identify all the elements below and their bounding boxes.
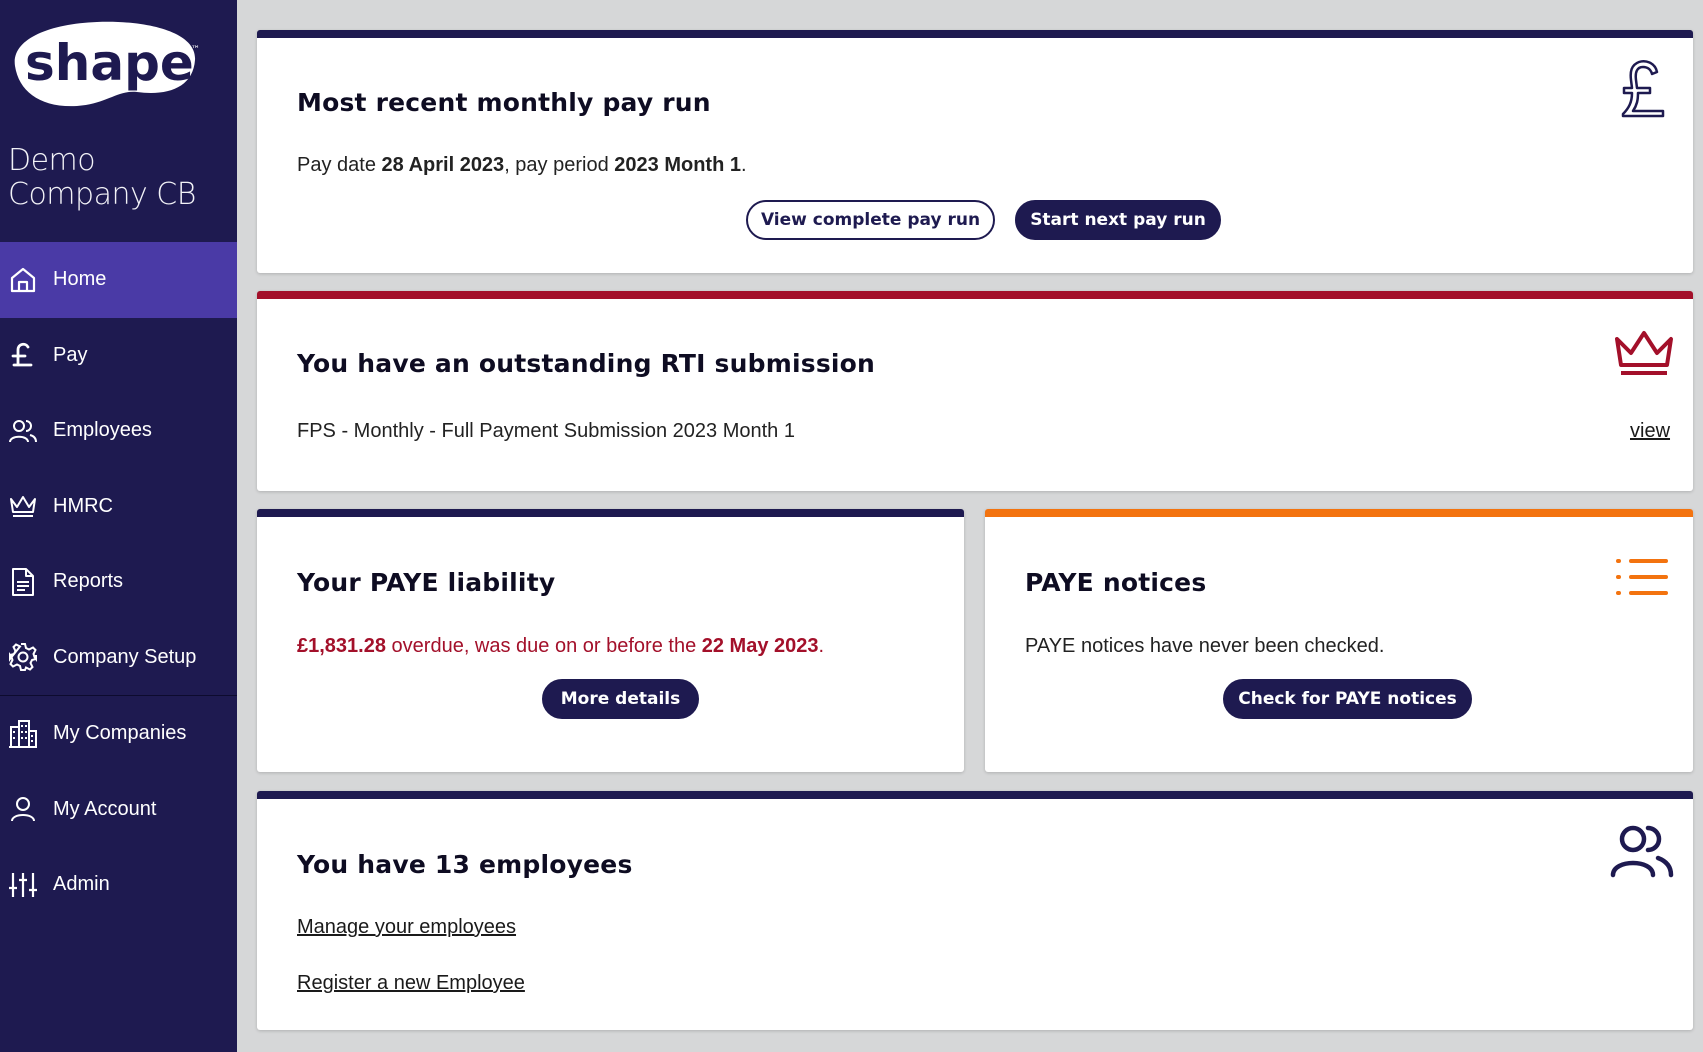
- register-employee-link[interactable]: Register a new Employee: [297, 972, 525, 995]
- check-paye-notices-button[interactable]: Check for PAYE notices: [1223, 679, 1472, 719]
- employees-card: You have 13 employees Manage your employ…: [257, 791, 1693, 1030]
- sidebar-item-admin[interactable]: Admin: [0, 847, 237, 923]
- sidebar-item-employees[interactable]: Employees: [0, 393, 237, 469]
- paye-amount: £1,831.28: [297, 635, 386, 657]
- sidebar: shape ™ Demo Company CB Home Pay Employe…: [0, 0, 237, 1052]
- paye-overdue-text: £1,831.28 overdue, was due on or before …: [297, 635, 824, 658]
- user-icon: [8, 794, 38, 824]
- list-icon: [1615, 557, 1669, 602]
- view-complete-pay-run-button[interactable]: View complete pay run: [746, 200, 995, 240]
- pay-period-prefix: , pay period: [504, 154, 615, 176]
- sidebar-item-label: HMRC: [53, 494, 113, 517]
- paye-due-date: 22 May 2023: [701, 635, 819, 657]
- rti-view-link[interactable]: view: [1630, 420, 1670, 443]
- paye-notices-title: PAYE notices: [1025, 568, 1207, 597]
- pay-date-prefix: Pay date: [297, 154, 382, 176]
- more-details-button[interactable]: More details: [542, 679, 699, 719]
- sidebar-item-label: My Account: [53, 797, 157, 820]
- document-icon: [8, 567, 38, 597]
- sidebar-item-my-companies[interactable]: My Companies: [0, 696, 237, 772]
- rti-submission: FPS - Monthly - Full Payment Submission …: [297, 420, 795, 442]
- paye-overdue-middle: overdue, was due on or before the: [385, 635, 702, 657]
- sidebar-item-label: My Companies: [53, 722, 187, 745]
- paye-liability-card: Your PAYE liability £1,831.28 overdue, w…: [257, 509, 964, 772]
- crown-icon: [8, 491, 38, 521]
- home-icon: [8, 265, 38, 295]
- users-icon: [1610, 823, 1674, 884]
- sidebar-item-company-setup[interactable]: Company Setup: [0, 620, 237, 696]
- payrun-details: Pay date 28 April 2023, pay period 2023 …: [297, 154, 747, 177]
- start-next-pay-run-button[interactable]: Start next pay run: [1015, 200, 1221, 240]
- payrun-card: Most recent monthly pay run Pay date 28 …: [257, 30, 1693, 273]
- payrun-suffix: .: [740, 154, 747, 176]
- sidebar-item-hmrc[interactable]: HMRC: [0, 469, 237, 545]
- paye-liability-title: Your PAYE liability: [297, 568, 556, 597]
- paye-notices-card: PAYE notices PAYE notices have never bee…: [985, 509, 1693, 772]
- sidebar-item-reports[interactable]: Reports: [0, 544, 237, 620]
- company-name: Demo Company CB: [8, 143, 196, 212]
- users-icon: [8, 416, 38, 446]
- sidebar-item-label: Pay: [53, 343, 88, 366]
- sidebar-item-label: Reports: [53, 570, 124, 593]
- sidebar-nav: Home Pay Employees HMRC Reports Company …: [0, 242, 237, 923]
- pay-period: 2023 Month 1: [614, 154, 741, 176]
- sidebar-item-label: Home: [53, 268, 107, 291]
- sidebar-item-label: Employees: [53, 419, 152, 442]
- shape-logo[interactable]: shape ™: [7, 18, 207, 110]
- svg-text:™: ™: [191, 45, 200, 55]
- sidebar-item-label: Company Setup: [53, 645, 197, 668]
- pay-date: 28 April 2023: [381, 154, 505, 176]
- manage-employees-link[interactable]: Manage your employees: [297, 916, 516, 939]
- pound-icon: [1619, 58, 1667, 125]
- gear-icon: [8, 642, 38, 672]
- pound-icon: [8, 340, 38, 370]
- sidebar-item-pay[interactable]: Pay: [0, 318, 237, 394]
- building-icon: [8, 719, 38, 749]
- crown-icon: [1614, 329, 1674, 384]
- rti-title: You have an outstanding RTI submission: [297, 349, 876, 378]
- paye-suffix: .: [818, 635, 825, 657]
- payrun-title: Most recent monthly pay run: [297, 88, 711, 117]
- sidebar-item-home[interactable]: Home: [0, 242, 237, 318]
- sidebar-item-my-account[interactable]: My Account: [0, 772, 237, 848]
- sliders-icon: [8, 870, 38, 900]
- sidebar-item-label: Admin: [53, 873, 110, 896]
- svg-text:shape: shape: [25, 34, 194, 92]
- employees-title: You have 13 employees: [297, 850, 633, 879]
- rti-card: You have an outstanding RTI submission F…: [257, 291, 1693, 491]
- paye-notices-text: PAYE notices have never been checked.: [1025, 635, 1385, 657]
